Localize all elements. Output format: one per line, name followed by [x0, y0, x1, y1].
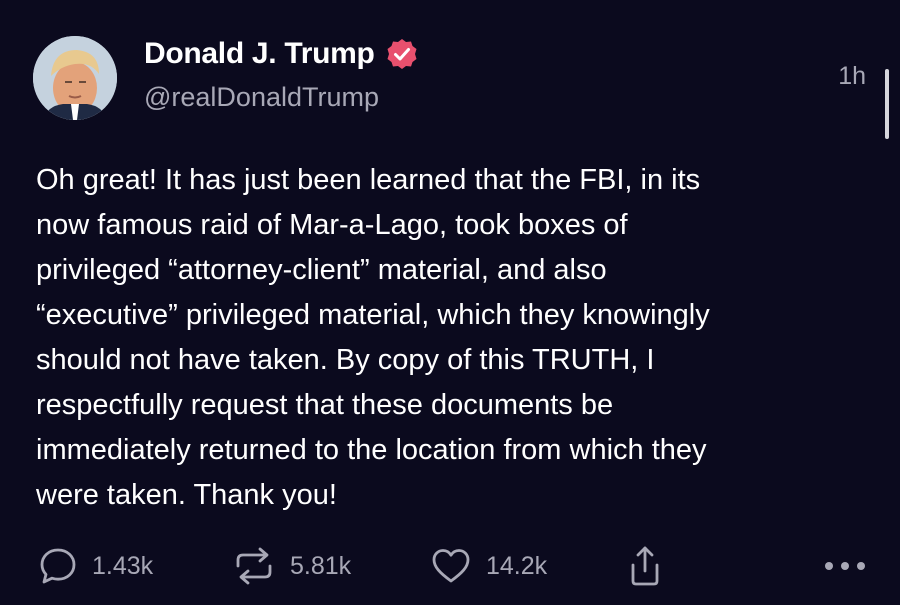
post-body: Oh great! It has just been learned that …: [36, 164, 710, 511]
author-row: Donald J. Trump: [144, 36, 419, 72]
verified-badge-icon: [387, 39, 417, 69]
reply-count: 1.43k: [92, 552, 154, 580]
share-icon: [631, 546, 659, 586]
display-name[interactable]: Donald J. Trump: [144, 36, 375, 72]
share-button[interactable]: [627, 542, 663, 590]
more-options-button[interactable]: [822, 542, 868, 590]
retruth-arrows-icon: [236, 547, 272, 585]
reply-bubble-icon: [40, 548, 76, 584]
avatar-image: [33, 36, 117, 120]
like-button[interactable]: 14.2k: [430, 542, 547, 590]
action-bar: 1.43k 5.81k 14.2k: [0, 542, 900, 590]
post-timestamp[interactable]: 1h: [838, 60, 866, 92]
retruth-button[interactable]: 5.81k: [232, 542, 351, 590]
truth-post: Donald J. Trump @realDonaldTrump 1h Oh g…: [0, 0, 900, 605]
retruth-count: 5.81k: [290, 552, 352, 580]
reply-button[interactable]: 1.43k: [38, 542, 153, 590]
ellipsis-icon: [825, 562, 865, 570]
avatar[interactable]: [33, 36, 117, 120]
author-handle[interactable]: @realDonaldTrump: [144, 80, 379, 114]
like-count: 14.2k: [486, 552, 548, 580]
scrollbar[interactable]: [885, 69, 889, 139]
heart-icon: [432, 549, 470, 583]
